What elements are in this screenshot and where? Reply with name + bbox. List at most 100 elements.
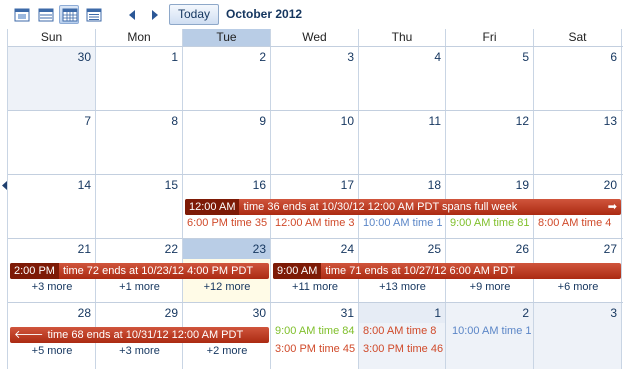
day-number[interactable]: 9 <box>259 114 266 128</box>
day-number[interactable]: 4 <box>434 50 441 64</box>
day-number[interactable]: 21 <box>78 242 91 256</box>
more-link[interactable]: +9 more <box>446 281 534 293</box>
day-cell[interactable]: 8 <box>96 111 183 174</box>
event-bar-text: time 68 ends at 10/31/12 12:00 AM PDT <box>47 329 244 341</box>
week-row: 28 29 30 31 1 2 3 🡐 time 68 ends at 10/31… <box>8 303 623 369</box>
day-number[interactable]: 3 <box>610 306 617 320</box>
week-row: 21 22 23 24 25 26 27 2:00 PM time 72 ends… <box>8 239 623 303</box>
day-cell[interactable]: 14 <box>8 175 96 238</box>
day-number[interactable]: 22 <box>165 242 178 256</box>
day-number[interactable]: 2 <box>522 306 529 320</box>
day-number[interactable]: 7 <box>84 114 91 128</box>
more-link[interactable]: +5 more <box>8 345 96 357</box>
day-number[interactable]: 24 <box>341 242 354 256</box>
day-name-sun: Sun <box>8 29 96 46</box>
month-view-icon <box>62 8 78 22</box>
day-cell[interactable]: 12 <box>446 111 534 174</box>
more-link[interactable]: +1 more <box>96 281 183 293</box>
day-number[interactable]: 31 <box>341 306 354 320</box>
day-number[interactable]: 18 <box>428 178 441 192</box>
today-button[interactable]: Today <box>169 4 219 25</box>
day-name-thu: Thu <box>359 29 446 46</box>
more-link[interactable]: +12 more <box>183 281 271 293</box>
day-number[interactable]: 14 <box>78 178 91 192</box>
event-item[interactable]: 8:00 AM time 8 <box>363 325 436 338</box>
week-view-button[interactable] <box>35 5 55 24</box>
day-cell[interactable]: 9 <box>183 111 271 174</box>
more-link[interactable]: +6 more <box>534 281 622 293</box>
event-item[interactable]: 12:00 AM time 3 <box>275 217 355 230</box>
day-cell[interactable]: 7 <box>8 111 96 174</box>
more-link[interactable]: +13 more <box>359 281 446 293</box>
more-link[interactable]: +11 more <box>271 281 359 293</box>
day-cell[interactable]: 15 <box>96 175 183 238</box>
day-number[interactable]: 16 <box>253 178 266 192</box>
event-bar-text: time 71 ends at 10/27/12 6:00 AM PDT <box>325 265 515 277</box>
more-link[interactable]: +2 more <box>183 345 271 357</box>
day-cell[interactable]: 11 <box>359 111 446 174</box>
event-item[interactable]: 9:00 AM time 81 <box>450 217 530 230</box>
day-number[interactable]: 19 <box>516 178 529 192</box>
event-bar[interactable]: 9:00 AM time 71 ends at 10/27/12 6:00 AM … <box>273 263 621 279</box>
event-item[interactable]: 3:00 PM time 46 <box>363 343 443 356</box>
day-number[interactable]: 23 <box>253 242 266 256</box>
day-cell[interactable]: 10 <box>271 111 359 174</box>
day-number[interactable]: 17 <box>341 178 354 192</box>
day-cell[interactable]: 6 <box>534 47 622 110</box>
day-number[interactable]: 10 <box>341 114 354 128</box>
day-number[interactable]: 2 <box>259 50 266 64</box>
day-number[interactable]: 28 <box>78 306 91 320</box>
day-number[interactable]: 20 <box>604 178 617 192</box>
event-bar[interactable]: 🡐 time 68 ends at 10/31/12 12:00 AM PDT <box>10 327 269 343</box>
day-number[interactable]: 11 <box>429 114 441 128</box>
event-item[interactable]: 8:00 AM time 4 <box>538 217 611 230</box>
day-number[interactable]: 29 <box>165 306 178 320</box>
day-cell[interactable]: 4 <box>359 47 446 110</box>
day-cell[interactable]: 3 <box>271 47 359 110</box>
day-number[interactable]: 1 <box>434 306 441 320</box>
day-number[interactable]: 26 <box>516 242 529 256</box>
event-item[interactable]: 3:00 PM time 45 <box>275 343 355 356</box>
day-number[interactable]: 3 <box>347 50 354 64</box>
week-row: 30 1 2 3 4 5 6 <box>8 47 623 111</box>
agenda-view-icon <box>86 8 102 22</box>
day-number[interactable]: 15 <box>165 178 178 192</box>
month-grid: Sun Mon Tue Wed Thu Fri Sat 30 1 2 3 4 5… <box>2 29 623 369</box>
event-item[interactable]: 10:00 AM time 1 <box>452 325 532 338</box>
day-number[interactable]: 13 <box>604 114 617 128</box>
day-number[interactable]: 5 <box>522 50 529 64</box>
month-view-button[interactable] <box>59 5 79 24</box>
more-link[interactable]: +3 more <box>8 281 96 293</box>
event-item[interactable]: 6:00 PM time 35 <box>187 217 267 230</box>
day-cell[interactable]: 1 <box>96 47 183 110</box>
day-cell[interactable]: 30 <box>8 47 96 110</box>
day-number[interactable]: 27 <box>604 242 617 256</box>
previous-icon[interactable] <box>127 9 137 21</box>
event-item[interactable]: 9:00 AM time 84 <box>275 325 355 338</box>
week-marker-icon <box>2 181 7 190</box>
more-link[interactable]: +3 more <box>96 345 183 357</box>
day-number[interactable]: 6 <box>610 50 617 64</box>
next-icon[interactable] <box>150 9 160 21</box>
day-number[interactable]: 25 <box>428 242 441 256</box>
day-number[interactable]: 1 <box>171 50 178 64</box>
continue-left-icon: 🡐 <box>14 329 44 341</box>
day-number[interactable]: 8 <box>171 114 178 128</box>
day-cell[interactable]: 5 <box>446 47 534 110</box>
day-number[interactable]: 12 <box>516 114 529 128</box>
event-bar[interactable]: 12:00 AM time 36 ends at 10/30/12 12:00 A… <box>185 199 621 215</box>
day-cell[interactable]: 13 <box>534 111 622 174</box>
day-name-wed: Wed <box>271 29 359 46</box>
agenda-view-button[interactable] <box>83 5 103 24</box>
day-number[interactable]: 30 <box>78 50 91 64</box>
day-name-fri: Fri <box>446 29 534 46</box>
event-bar-time: 9:00 AM <box>273 263 322 279</box>
day-cell[interactable]: 2 <box>183 47 271 110</box>
continue-right-icon: ➡ <box>607 201 617 213</box>
day-view-button[interactable] <box>11 5 31 24</box>
week-row: 7 8 9 10 11 12 13 <box>8 111 623 175</box>
day-cell[interactable]: 3 <box>534 303 622 369</box>
day-number[interactable]: 30 <box>253 306 266 320</box>
event-item[interactable]: 10:00 AM time 1 <box>363 217 443 230</box>
event-bar[interactable]: 2:00 PM time 72 ends at 10/23/12 4:00 PM … <box>10 263 269 279</box>
